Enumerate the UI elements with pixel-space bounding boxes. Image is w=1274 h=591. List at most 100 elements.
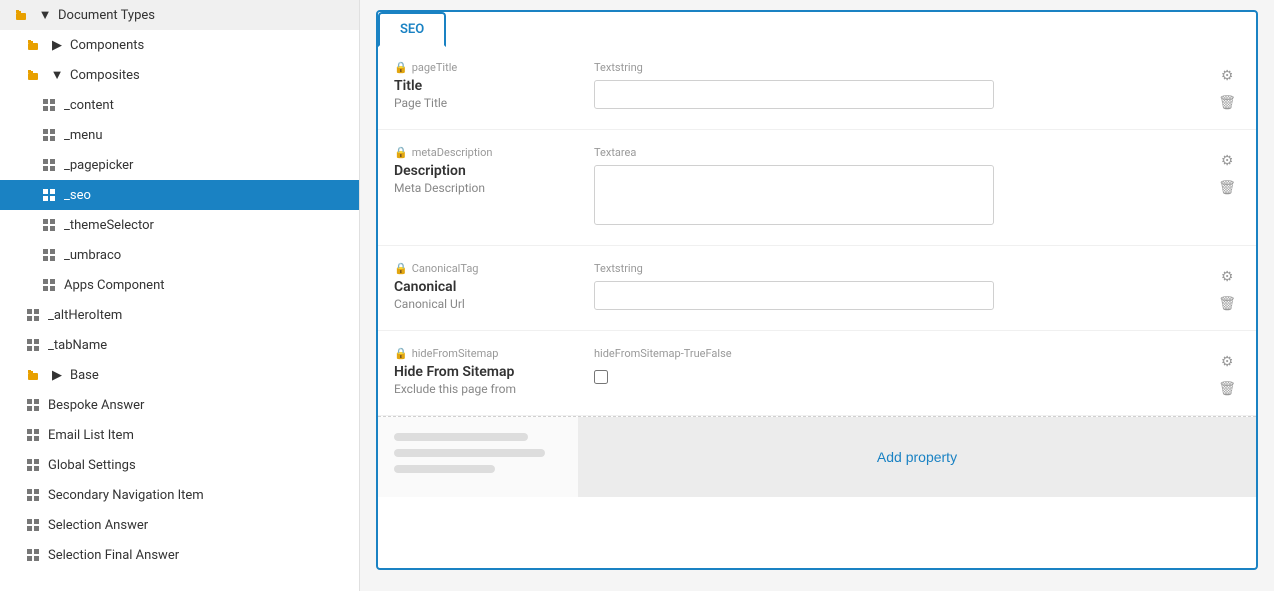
property-left-pageTitle: 🔒 pageTitle Title Page Title [394, 61, 594, 110]
chevron-down-icon: ▼ [36, 6, 54, 24]
sidebar-item-label: _menu [64, 128, 351, 143]
grid-icon [40, 216, 58, 234]
property-type-canonicalTag: Textstring [594, 262, 1198, 275]
sidebar-item-label: Components [70, 38, 351, 53]
sidebar-item-secondary-navigation-item[interactable]: Secondary Navigation Item [0, 480, 359, 510]
folder-open-icon [12, 6, 30, 24]
sidebar-item-label: Apps Component [64, 278, 351, 293]
chevron-right-icon: ▶ [48, 366, 66, 384]
property-desc-pageTitle: Page Title [394, 96, 578, 110]
gear-button-canonicalTag[interactable]: ⚙ [1214, 266, 1240, 287]
sidebar-item-label: Bespoke Answer [48, 398, 351, 413]
property-name-canonicalTag: Canonical [394, 279, 578, 295]
sidebar-item-label: _content [64, 98, 351, 113]
sidebar-item-label: Email List Item [48, 428, 351, 443]
property-desc-hideFromSitemap: Exclude this page from [394, 382, 578, 396]
gear-button-metaDescription[interactable]: ⚙ [1214, 150, 1240, 171]
lock-icon: 🔒 [394, 146, 408, 159]
grid-icon [40, 246, 58, 264]
sidebar-item-base[interactable]: ▶ Base [0, 360, 359, 390]
grid-icon [40, 156, 58, 174]
sidebar-item-label: Composites [70, 68, 351, 83]
property-center-canonicalTag: Textstring [594, 262, 1206, 310]
sidebar-item-umbraco[interactable]: _umbraco [0, 240, 359, 270]
pageTitle-input[interactable] [594, 80, 994, 109]
property-type-metaDescription: Textarea [594, 146, 1198, 159]
grid-icon [40, 126, 58, 144]
alias-text: pageTitle [412, 61, 458, 74]
placeholder-line-2 [394, 449, 545, 457]
sidebar-item-pagepicker[interactable]: _pagepicker [0, 150, 359, 180]
property-center-hideFromSitemap: hideFromSitemap-TrueFalse [594, 347, 1206, 388]
gear-button-pageTitle[interactable]: ⚙ [1214, 65, 1240, 86]
sidebar-item-label: _themeSelector [64, 218, 351, 233]
sidebar-item-label: _seo [64, 188, 351, 203]
sidebar-item-global-settings[interactable]: Global Settings [0, 450, 359, 480]
sidebar-item-components[interactable]: ▶ Components [0, 30, 359, 60]
lock-icon: 🔒 [394, 347, 408, 360]
sidebar: ▼ Document Types ▶ Components ▼ Composit… [0, 0, 360, 591]
add-property-button[interactable]: Add property [877, 449, 957, 465]
grid-icon [24, 426, 42, 444]
sidebar-item-tabName[interactable]: _tabName [0, 330, 359, 360]
property-desc-metaDescription: Meta Description [394, 181, 578, 195]
sidebar-item-label: Secondary Navigation Item [48, 488, 351, 503]
sidebar-item-themeSelector[interactable]: _themeSelector [0, 210, 359, 240]
canonicalTag-input[interactable] [594, 281, 994, 310]
property-alias-pageTitle: 🔒 pageTitle [394, 61, 578, 74]
sidebar-item-selection-answer[interactable]: Selection Answer [0, 510, 359, 540]
tabs-bar: SEO [378, 12, 1256, 45]
property-left-canonicalTag: 🔒 CanonicalTag Canonical Canonical Url [394, 262, 594, 311]
sidebar-item-label: _tabName [48, 338, 351, 353]
property-center-pageTitle: Textstring [594, 61, 1206, 109]
folder-closed-icon [24, 366, 42, 384]
tab-container: SEO 🔒 pageTitle Title Page Title Textstr… [376, 10, 1258, 570]
placeholder-preview [378, 417, 578, 497]
property-name-hideFromSitemap: Hide From Sitemap [394, 364, 578, 380]
folder-closed-icon [24, 36, 42, 54]
folder-open-icon [24, 66, 42, 84]
grid-icon [40, 276, 58, 294]
property-alias-hideFromSitemap: 🔒 hideFromSitemap [394, 347, 578, 360]
alias-text: metaDescription [412, 146, 493, 159]
property-name-pageTitle: Title [394, 78, 578, 94]
property-alias-metaDescription: 🔒 metaDescription [394, 146, 578, 159]
property-name-metaDescription: Description [394, 163, 578, 179]
sidebar-item-selection-final-answer[interactable]: Selection Final Answer [0, 540, 359, 570]
property-type-pageTitle: Textstring [594, 61, 1198, 74]
sidebar-item-bespoke-answer[interactable]: Bespoke Answer [0, 390, 359, 420]
tab-seo[interactable]: SEO [378, 12, 446, 47]
sidebar-item-apps-component[interactable]: Apps Component [0, 270, 359, 300]
sidebar-item-label: _pagepicker [64, 158, 351, 173]
gear-button-hideFromSitemap[interactable]: ⚙ [1214, 351, 1240, 372]
sidebar-item-altHeroItem[interactable]: _altHeroItem [0, 300, 359, 330]
property-actions-hideFromSitemap: ⚙ 🗑 [1214, 347, 1240, 399]
sidebar-item-menu[interactable]: _menu [0, 120, 359, 150]
lock-icon: 🔒 [394, 61, 408, 74]
delete-button-pageTitle[interactable]: 🗑 [1214, 92, 1240, 113]
add-property-area: Add property [578, 417, 1256, 497]
sidebar-item-label: _altHeroItem [48, 308, 351, 323]
grid-icon [24, 306, 42, 324]
property-row-hideFromSitemap: 🔒 hideFromSitemap Hide From Sitemap Excl… [378, 331, 1256, 416]
delete-button-metaDescription[interactable]: 🗑 [1214, 177, 1240, 198]
sidebar-item-label: Global Settings [48, 458, 351, 473]
property-actions-pageTitle: ⚙ 🗑 [1214, 61, 1240, 113]
property-center-metaDescription: Textarea [594, 146, 1206, 229]
sidebar-item-email-list-item[interactable]: Email List Item [0, 420, 359, 450]
delete-button-canonicalTag[interactable]: 🗑 [1214, 293, 1240, 314]
sidebar-item-seo[interactable]: _seo [0, 180, 359, 210]
property-desc-canonicalTag: Canonical Url [394, 297, 578, 311]
delete-button-hideFromSitemap[interactable]: 🗑 [1214, 378, 1240, 399]
sidebar-item-label: Base [70, 368, 351, 383]
grid-icon [24, 516, 42, 534]
tab-label: SEO [400, 22, 424, 37]
sidebar-item-label: Selection Final Answer [48, 548, 351, 563]
property-actions-canonicalTag: ⚙ 🗑 [1214, 262, 1240, 314]
hideFromSitemap-checkbox[interactable] [594, 370, 608, 384]
sidebar-item-composites[interactable]: ▼ Composites [0, 60, 359, 90]
sidebar-item-document-types[interactable]: ▼ Document Types [0, 0, 359, 30]
metaDescription-textarea[interactable] [594, 165, 994, 225]
placeholder-line-3 [394, 465, 495, 473]
sidebar-item-content[interactable]: _content [0, 90, 359, 120]
